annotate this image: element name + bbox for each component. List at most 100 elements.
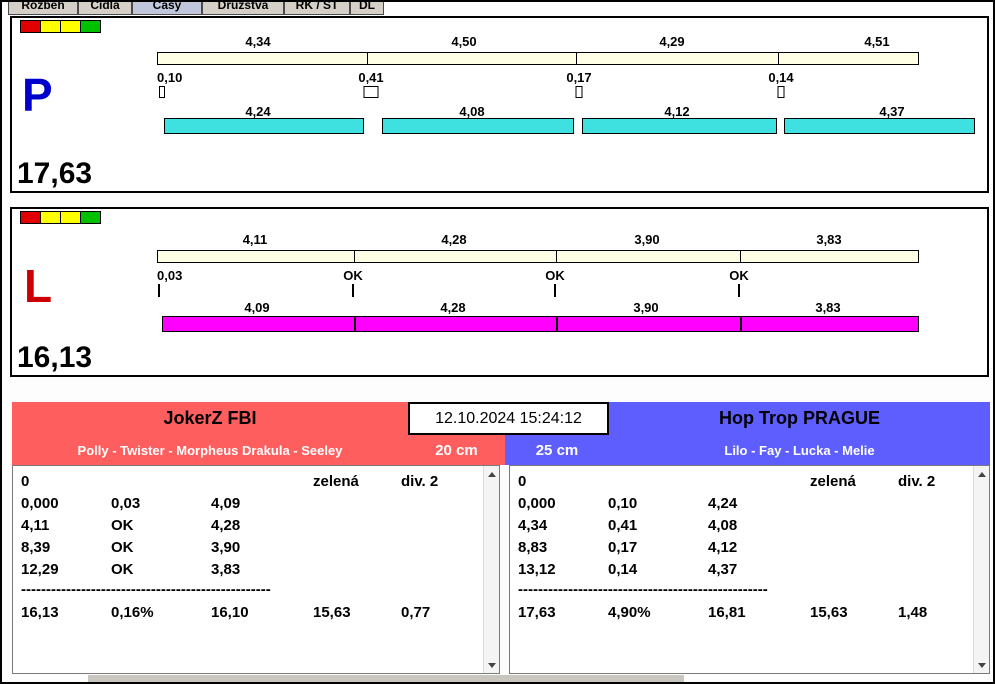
bar-divider bbox=[556, 316, 558, 332]
table-total-cell: 15,63 bbox=[810, 604, 848, 621]
team-left-name: JokerZ FBI bbox=[163, 408, 257, 428]
dog-run-bar bbox=[582, 118, 777, 134]
team-right-header: Hop Trop PRAGUE Lilo - Fay - Lucka - Mel… bbox=[609, 402, 990, 465]
traffic-light-yellow-2 bbox=[60, 211, 81, 224]
team-right-name: Hop Trop PRAGUE bbox=[719, 408, 880, 428]
split-time-top: 4,28 bbox=[441, 232, 467, 247]
table-cell: 0,10 bbox=[608, 495, 638, 512]
table-cell: 4,37 bbox=[708, 561, 738, 578]
split-time-top: 4,50 bbox=[451, 34, 477, 49]
crossing-time: 0,17 bbox=[566, 70, 592, 85]
table-cell: 8,83 bbox=[518, 539, 548, 556]
traffic-light-green bbox=[80, 20, 101, 33]
crossing-time: 0,41 bbox=[358, 70, 384, 85]
table-cell: div. 2 bbox=[898, 473, 936, 490]
table-cell: 3,90 bbox=[211, 539, 241, 556]
team-right-dogs: Lilo - Fay - Lucka - Melie bbox=[724, 442, 875, 458]
vertical-scrollbar[interactable] bbox=[483, 466, 499, 673]
crossing-time: 0,10 bbox=[157, 70, 183, 85]
crossing-tick bbox=[554, 284, 556, 297]
tab-rk-st[interactable]: RK / ST bbox=[284, 2, 350, 15]
table-cell: OK bbox=[111, 561, 134, 578]
table-cell: 0,03 bbox=[111, 495, 141, 512]
result-panel-left: 0 zelená div. 2 0,000 0,03 4,09 4,11 OK … bbox=[12, 465, 500, 674]
traffic-light-yellow-1 bbox=[40, 20, 61, 33]
scroll-up-icon bbox=[977, 471, 986, 477]
tab-bar: Rozběh Čidla Časy Družstva RK / ST DL bbox=[8, 2, 384, 15]
lane-letter: L bbox=[24, 260, 53, 312]
table-cell: 0 bbox=[21, 473, 30, 490]
split-time-bottom: 4,09 bbox=[244, 300, 270, 315]
split-time-top: 4,34 bbox=[245, 34, 271, 49]
team-left-header: JokerZ FBI Polly - Twister - Morpheus Dr… bbox=[12, 402, 408, 465]
tab-druzstva[interactable]: Družstva bbox=[202, 2, 284, 15]
table-total-cell: 16,10 bbox=[211, 604, 249, 621]
dog-run-bar bbox=[382, 118, 574, 134]
split-time-bottom: 3,83 bbox=[815, 300, 841, 315]
crossing-time: OK bbox=[545, 268, 565, 283]
tab-dl[interactable]: DL bbox=[350, 2, 384, 15]
table-cell: div. 2 bbox=[401, 473, 439, 490]
bar-divider bbox=[576, 52, 577, 65]
tab-casy[interactable]: Časy bbox=[132, 2, 202, 15]
bar-divider bbox=[740, 250, 741, 263]
crossing-tick bbox=[352, 284, 354, 297]
crossing-marker bbox=[777, 86, 785, 98]
table-total-cell: 1,48 bbox=[898, 604, 928, 621]
crossing-time: OK bbox=[343, 268, 363, 283]
scroll-down-button[interactable] bbox=[974, 657, 989, 673]
scroll-up-button[interactable] bbox=[974, 466, 989, 482]
split-time-top: 3,90 bbox=[634, 232, 660, 247]
split-time-bottom: 4,28 bbox=[440, 300, 466, 315]
split-time-top: 4,11 bbox=[242, 232, 268, 247]
table-separator: ----------------------------------------… bbox=[21, 581, 271, 598]
table-cell: 0,000 bbox=[518, 495, 556, 512]
split-time-bottom: 4,24 bbox=[245, 104, 271, 119]
table-cell: 4,08 bbox=[708, 517, 738, 534]
bottom-window-edge bbox=[88, 675, 684, 682]
dog-run-bar bbox=[162, 316, 919, 332]
table-cell: 8,39 bbox=[21, 539, 51, 556]
vertical-scrollbar[interactable] bbox=[973, 466, 989, 673]
datetime-box: 12.10.2024 15:24:12 bbox=[408, 402, 609, 435]
table-total-cell: 0,16% bbox=[111, 604, 154, 621]
dog-run-bar bbox=[164, 118, 364, 134]
scroll-down-button[interactable] bbox=[484, 657, 499, 673]
table-cell: 4,09 bbox=[211, 495, 241, 512]
split-time-bottom: 4,37 bbox=[879, 104, 905, 119]
scroll-up-icon bbox=[487, 471, 496, 477]
lane-total-time: 17,63 bbox=[17, 157, 93, 190]
table-total-cell: 15,63 bbox=[313, 604, 351, 621]
crossing-marker bbox=[159, 86, 165, 98]
results-section: JokerZ FBI Polly - Twister - Morpheus Dr… bbox=[12, 402, 990, 674]
traffic-light-red bbox=[20, 20, 41, 33]
tab-cidla[interactable]: Čidla bbox=[78, 2, 132, 15]
result-panel-right: 0 zelená div. 2 0,000 0,10 4,24 4,34 0,4… bbox=[509, 465, 990, 674]
scroll-down-icon bbox=[977, 662, 986, 668]
traffic-light-green bbox=[80, 211, 101, 224]
bar-divider bbox=[354, 316, 356, 332]
table-cell: 4,24 bbox=[708, 495, 738, 512]
scroll-up-button[interactable] bbox=[484, 466, 499, 482]
traffic-light bbox=[20, 20, 101, 33]
timeline-bar bbox=[157, 250, 919, 263]
table-total-cell: 16,81 bbox=[708, 604, 746, 621]
crossing-tick bbox=[738, 284, 740, 297]
crossing-time: 0,14 bbox=[768, 70, 794, 85]
crossing-time: OK bbox=[729, 268, 749, 283]
table-cell: 3,83 bbox=[211, 561, 241, 578]
split-time-top: 4,51 bbox=[864, 34, 890, 49]
crossing-marker bbox=[575, 86, 583, 98]
result-table-right: 0 zelená div. 2 0,000 0,10 4,24 4,34 0,4… bbox=[510, 466, 972, 673]
bar-divider bbox=[556, 250, 557, 263]
table-total-cell: 16,13 bbox=[21, 604, 59, 621]
jump-height-left: 20 cm bbox=[408, 435, 505, 465]
tab-rozbeh[interactable]: Rozběh bbox=[8, 2, 78, 15]
lane-letter: P bbox=[22, 69, 53, 121]
table-total-cell: 17,63 bbox=[518, 604, 556, 621]
table-cell: 0,17 bbox=[608, 539, 638, 556]
team-left-dogs: Polly - Twister - Morpheus Drakula - See… bbox=[77, 442, 343, 458]
split-time-bottom: 3,90 bbox=[633, 300, 659, 315]
bar-divider bbox=[740, 316, 742, 332]
table-cell: 4,34 bbox=[518, 517, 548, 534]
